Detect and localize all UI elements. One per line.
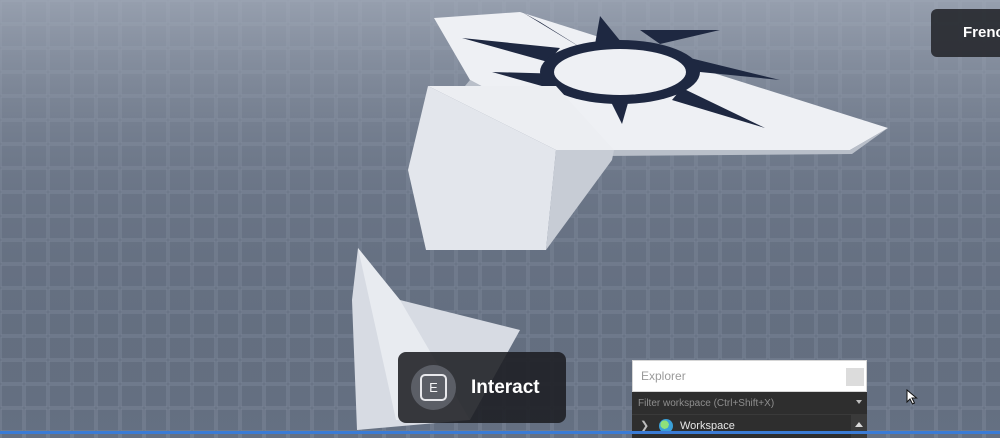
arrow-up-icon bbox=[855, 422, 863, 427]
explorer-panel: Explorer ❯ Workspace bbox=[632, 360, 867, 438]
top-chip-label: Frenc bbox=[963, 24, 1000, 41]
tree-row-label: Workspace bbox=[680, 420, 735, 432]
key-badge: E bbox=[411, 365, 456, 410]
interact-prompt[interactable]: E Interact bbox=[398, 352, 566, 423]
interact-label: Interact bbox=[471, 377, 540, 398]
filter-dropdown-icon[interactable] bbox=[856, 400, 862, 404]
mouse-cursor-icon bbox=[906, 389, 918, 405]
explorer-filter bbox=[632, 392, 867, 414]
key-e-icon: E bbox=[420, 374, 447, 401]
panel-close-button[interactable] bbox=[846, 368, 864, 386]
selection-line bbox=[0, 431, 1000, 434]
explorer-filter-input[interactable] bbox=[638, 392, 848, 414]
explorer-header: Explorer bbox=[632, 360, 867, 392]
top-right-chip[interactable]: Frenc bbox=[931, 9, 1000, 57]
scroll-up-button[interactable] bbox=[851, 415, 867, 438]
tree-row-workspace[interactable]: ❯ Workspace bbox=[632, 414, 867, 438]
explorer-title: Explorer bbox=[641, 369, 686, 383]
